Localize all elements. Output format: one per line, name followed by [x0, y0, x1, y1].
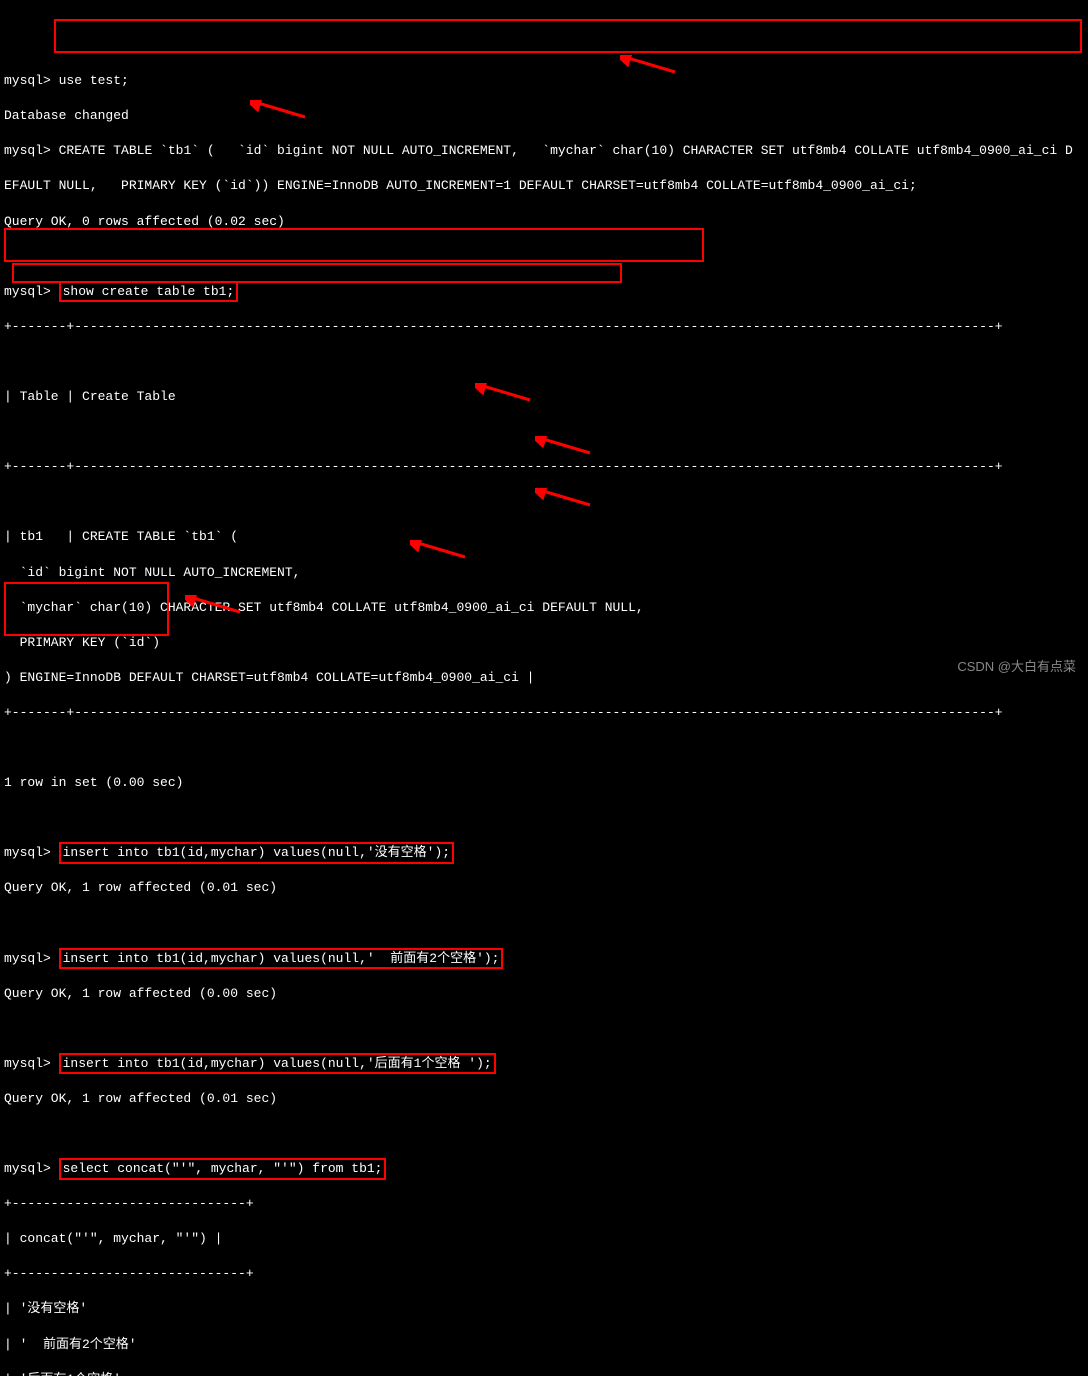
- box-select: select concat("'", mychar, "'") from tb1…: [59, 1158, 387, 1180]
- blank6: [4, 809, 1084, 827]
- sep1: +-------+-------------------------------…: [4, 318, 1084, 336]
- blank4: [4, 493, 1084, 511]
- line-ins2: mysql> insert into tb1(id,mychar) values…: [4, 950, 1084, 968]
- row1set: 1 row in set (0.00 sec): [4, 774, 1084, 792]
- line-create1: mysql> CREATE TABLE `tb1` ( `id` bigint …: [4, 142, 1084, 160]
- blank8: [4, 1020, 1084, 1038]
- tb1-4: PRIMARY KEY (`id`): [4, 634, 1084, 652]
- line-use: mysql> use test;: [4, 72, 1084, 90]
- qok2: Query OK, 1 row affected (0.00 sec): [4, 985, 1084, 1003]
- box-ins1: insert into tb1(id,mychar) values(null,'…: [59, 842, 454, 864]
- line-create2: EFAULT NULL, PRIMARY KEY (`id`)) ENGINE=…: [4, 177, 1084, 195]
- r3: | '后面有1个空格': [4, 1371, 1084, 1376]
- box-ins2: insert into tb1(id,mychar) values(null,'…: [59, 948, 504, 970]
- blank5: [4, 739, 1084, 757]
- blank2: [4, 353, 1084, 371]
- box-createtable: [54, 19, 1082, 53]
- r1: | '没有空格': [4, 1300, 1084, 1318]
- qok1: Query OK, 1 row affected (0.01 sec): [4, 879, 1084, 897]
- tb1-5: ) ENGINE=InnoDB DEFAULT CHARSET=utf8mb4 …: [4, 669, 1084, 687]
- r2: | ' 前面有2个空格': [4, 1336, 1084, 1354]
- box-tb1-def: [4, 228, 704, 262]
- sep3: +-------+-------------------------------…: [4, 704, 1084, 722]
- tblheader: | Table | Create Table: [4, 388, 1084, 406]
- line-dbchanged: Database changed: [4, 107, 1084, 125]
- box-showcreate: show create table tb1;: [59, 281, 239, 303]
- line-ins3: mysql> insert into tb1(id,mychar) values…: [4, 1055, 1084, 1073]
- box-results: [4, 582, 169, 636]
- watermark: CSDN @大白有点菜: [957, 658, 1076, 676]
- line-ins1: mysql> insert into tb1(id,mychar) values…: [4, 844, 1084, 862]
- qok3: Query OK, 1 row affected (0.01 sec): [4, 1090, 1084, 1108]
- blank7: [4, 914, 1084, 932]
- blank3: [4, 423, 1084, 441]
- sep2: +-------+-------------------------------…: [4, 458, 1084, 476]
- box-mychar-line: [12, 263, 622, 283]
- line-sel: mysql> select concat("'", mychar, "'") f…: [4, 1160, 1084, 1178]
- tb1-2: `id` bigint NOT NULL AUTO_INCREMENT,: [4, 564, 1084, 582]
- tb1-1: | tb1 | CREATE TABLE `tb1` (: [4, 528, 1084, 546]
- line-showcreate: mysql> show create table tb1;: [4, 283, 1084, 301]
- sep4: +------------------------------+: [4, 1195, 1084, 1213]
- blank9: [4, 1125, 1084, 1143]
- box-ins3: insert into tb1(id,mychar) values(null,'…: [59, 1053, 496, 1075]
- sep5: +------------------------------+: [4, 1265, 1084, 1283]
- colhead: | concat("'", mychar, "'") |: [4, 1230, 1084, 1248]
